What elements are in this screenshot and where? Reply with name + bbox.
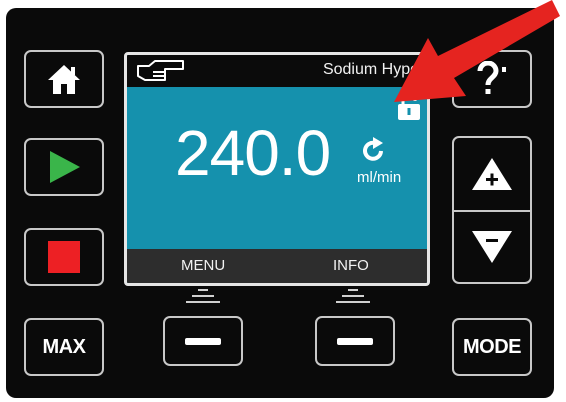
run-button[interactable] (24, 138, 104, 196)
home-icon (48, 65, 80, 94)
decrease-button[interactable] (454, 212, 530, 282)
softkey-bar: MENU INFO (127, 249, 427, 283)
stop-button[interactable] (24, 228, 104, 286)
manual-hand-icon (137, 60, 184, 81)
play-icon (50, 151, 80, 183)
softkey-label-info: INFO (333, 257, 369, 274)
stop-icon (48, 241, 80, 273)
max-label: MAX (42, 335, 86, 358)
minus-bar-icon (337, 337, 373, 345)
softkey-label-menu: MENU (181, 257, 226, 274)
flow-rate-value: 240.0 (175, 117, 331, 189)
plus-arrow-icon (472, 158, 512, 190)
menu-softkey-button[interactable] (163, 316, 243, 366)
rotation-direction-icon (363, 137, 383, 161)
flow-rate-unit: ml/min (357, 169, 402, 186)
softkey-indicator-right (336, 289, 370, 309)
mode-button[interactable]: MODE (452, 318, 532, 376)
callout-arrow-icon (394, 0, 560, 102)
minus-bar-icon (185, 337, 221, 345)
increase-button[interactable] (454, 138, 530, 210)
mode-label: MODE (463, 335, 522, 358)
max-button[interactable]: MAX (24, 318, 104, 376)
minus-arrow-icon (472, 231, 512, 263)
softkey-indicator-left (186, 289, 220, 309)
info-softkey-button[interactable] (315, 316, 395, 366)
home-button[interactable] (24, 50, 104, 108)
up-down-rocker (452, 136, 532, 284)
